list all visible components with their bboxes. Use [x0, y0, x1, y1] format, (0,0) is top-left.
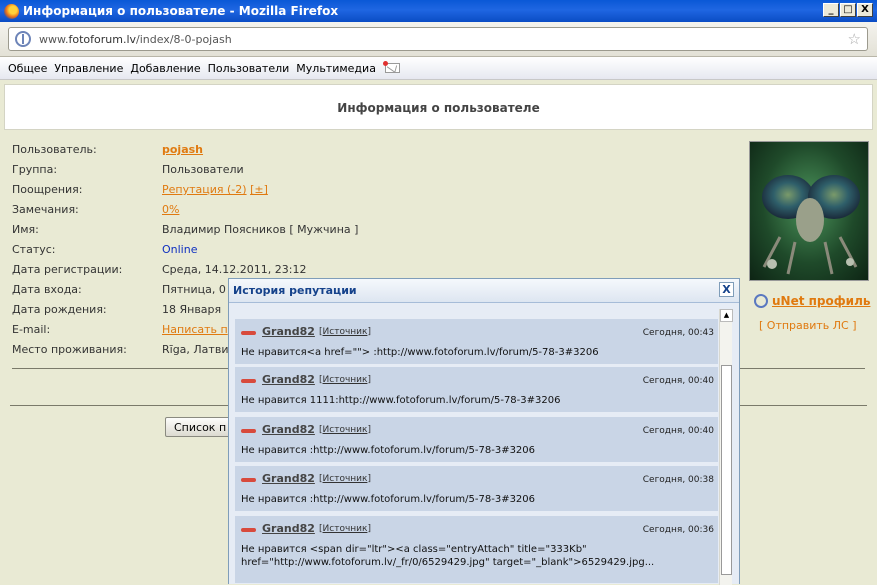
address-bar[interactable]: www.fotoforum.lv/index/8-0-pojash ☆ — [8, 27, 868, 51]
users-list-button[interactable]: Список п — [165, 417, 235, 437]
entry-user-link[interactable]: Grand82 — [262, 423, 315, 436]
profile-label: Поощрения: — [12, 183, 83, 196]
menu-item-multimedia[interactable]: Мультимедиа — [296, 62, 376, 75]
entry-source-link[interactable]: Источник — [323, 474, 368, 484]
profile-value: Пользователи — [162, 163, 244, 176]
entry-message: Не нравится 1111:http://www.fotoforum.lv… — [241, 395, 561, 406]
minus-icon — [241, 379, 256, 383]
entry-date: Сегодня, 00:40 — [642, 376, 714, 386]
reputation-change-link[interactable]: [±] — [250, 183, 268, 196]
entry-source-link[interactable]: Источник — [323, 327, 368, 337]
entry-source: [Источник] — [319, 425, 371, 435]
site-admin-menu: Общее Управление Добавление Пользователи… — [0, 57, 877, 80]
menu-item-management[interactable]: Управление — [54, 62, 123, 75]
profile-label: Группа: — [12, 163, 58, 176]
profile-label: Дата рождения: — [12, 303, 107, 316]
profile-value: 18 Января — [162, 303, 222, 316]
entry-user-link[interactable]: Grand82 — [262, 373, 315, 386]
minus-icon — [241, 429, 256, 433]
entry-date: Сегодня, 00:36 — [642, 525, 714, 535]
unet-icon — [754, 294, 768, 308]
page-title: Информация о пользователе — [4, 84, 873, 130]
profile-value: Rīga, Латви — [162, 343, 229, 356]
entry-message: Не нравится<a href=""> :http://www.fotof… — [241, 347, 599, 358]
entry-user-link[interactable]: Grand82 — [262, 522, 315, 535]
entry-source: [Источник] — [319, 524, 371, 534]
profile-label: Место проживания: — [12, 343, 127, 356]
maximize-button[interactable]: □ — [840, 3, 856, 17]
window-title: Информация о пользователе - Mozilla Fire… — [23, 4, 339, 18]
profile-label: Имя: — [12, 223, 39, 236]
entry-user-link[interactable]: Grand82 — [262, 472, 315, 485]
avatar — [749, 141, 869, 281]
profile-label: Статус: — [12, 243, 56, 256]
scrollbar-thumb[interactable] — [721, 365, 732, 575]
entry-date: Сегодня, 00:43 — [642, 328, 714, 338]
window-title-bar: Информация о пользователе - Mozilla Fire… — [0, 0, 877, 22]
reputation-entry: Grand82 [Источник] Сегодня, 00:43 Не нра… — [235, 319, 718, 365]
entry-source-link[interactable]: Источник — [323, 375, 368, 385]
navigation-toolbar: www.fotoforum.lv/index/8-0-pojash ☆ — [0, 22, 877, 57]
online-status: Online — [162, 243, 198, 256]
entry-source: [Источник] — [319, 474, 371, 484]
unet-profile-label: uNet профиль — [772, 294, 871, 308]
entry-message: Не нравится :http://www.fotoforum.lv/for… — [241, 445, 536, 456]
username-link[interactable]: pojash — [162, 143, 203, 156]
profile-label: Замечания: — [12, 203, 79, 216]
dialog-title: История репутации — [233, 284, 357, 297]
entry-source-link[interactable]: Источник — [323, 524, 368, 534]
profile-label: Пользователь: — [12, 143, 97, 156]
minus-icon — [241, 478, 256, 482]
entry-source: [Источник] — [319, 375, 371, 385]
avatar-photo — [762, 175, 860, 275]
entry-source-link[interactable]: Источник — [323, 425, 368, 435]
reputation-link[interactable]: Репутация (-2) — [162, 183, 247, 196]
menu-item-general[interactable]: Общее — [8, 62, 47, 75]
send-pm-link[interactable]: [ Отправить ЛС ] — [759, 319, 857, 332]
minus-icon — [241, 331, 256, 335]
send-pm-label: [ Отправить ЛС ] — [759, 319, 857, 332]
site-identity-icon[interactable] — [15, 31, 31, 47]
close-button[interactable]: X — [857, 3, 873, 17]
bookmark-star-icon[interactable]: ☆ — [848, 30, 861, 48]
entry-date: Сегодня, 00:38 — [642, 475, 714, 485]
firefox-icon — [4, 3, 19, 19]
entry-message: Не нравится :http://www.fotoforum.lv/for… — [241, 494, 536, 505]
profile-label: E-mail: — [12, 323, 51, 336]
entry-user-link[interactable]: Grand82 — [262, 325, 315, 338]
reputation-history-dialog: История репутации X Grand82 [Источник] С… — [228, 278, 740, 585]
profile-value: Среда, 14.12.2011, 23:12 — [162, 263, 307, 276]
dialog-close-button[interactable]: X — [719, 282, 734, 297]
profile-value: Владимир Поясников [ Мужчина ] — [162, 223, 359, 236]
dialog-title-bar: История репутации X — [229, 279, 739, 303]
reputation-list: Grand82 [Источник] Сегодня, 00:43 Не нра… — [235, 309, 718, 585]
profile-value: Пятница, 0 — [162, 283, 226, 296]
mail-icon[interactable] — [382, 61, 400, 73]
email-link[interactable]: Написать п — [162, 323, 228, 336]
warnings-link[interactable]: 0% — [162, 203, 179, 216]
reputation-entry: Grand82 [Источник] Сегодня, 00:40 Не нра… — [235, 367, 718, 413]
window-controls: _ □ X — [823, 3, 873, 17]
scroll-up-arrow-icon[interactable]: ▲ — [720, 309, 733, 322]
dialog-scrollbar[interactable]: ▲ — [719, 309, 733, 585]
reputation-value: Репутация (-2) [±] — [162, 183, 268, 196]
entry-date: Сегодня, 00:40 — [642, 426, 714, 436]
minimize-button[interactable]: _ — [823, 3, 839, 17]
minus-icon — [241, 528, 256, 532]
entry-source: [Источник] — [319, 327, 371, 337]
unet-profile-link[interactable]: uNet профиль — [754, 294, 870, 308]
reputation-entry: Grand82 [Источник] Сегодня, 00:38 Не нра… — [235, 466, 718, 512]
entry-message: Не нравится <span dir="ltr"><a class="en… — [241, 544, 655, 568]
url-text: www.fotoforum.lv/index/8-0-pojash — [39, 32, 232, 46]
profile-label: Дата входа: — [12, 283, 82, 296]
profile-label: Дата регистрации: — [12, 263, 123, 276]
reputation-entry: Grand82 [Источник] Сегодня, 00:36 Не нра… — [235, 516, 718, 584]
menu-item-users[interactable]: Пользователи — [208, 62, 290, 75]
reputation-entry: Grand82 [Источник] Сегодня, 00:40 Не нра… — [235, 417, 718, 463]
menu-item-add[interactable]: Добавление — [130, 62, 200, 75]
